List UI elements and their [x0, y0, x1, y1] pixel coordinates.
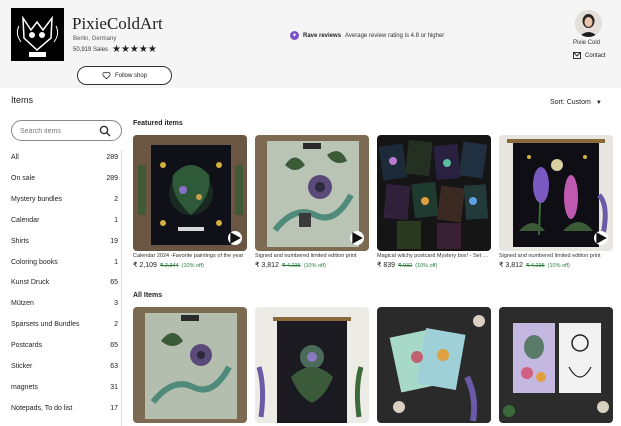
category-count: 63: [110, 363, 118, 370]
sale-price: ₹ 2,109: [133, 262, 157, 269]
category-label: Shirts: [11, 237, 29, 245]
sidebar-category[interactable]: Kunst Druck 65: [11, 275, 122, 291]
play-video-icon[interactable]: [228, 231, 242, 245]
category-label: magnets: [11, 383, 38, 391]
owner-name: Pixie Cold: [573, 40, 601, 46]
category-count: 1: [114, 258, 118, 266]
original-price: ₹ 2,344: [159, 263, 179, 269]
contact-label: Contact: [585, 52, 606, 59]
category-count: 289: [106, 154, 118, 161]
follow-shop-label: Follow shop: [114, 72, 147, 79]
owner-avatar[interactable]: [575, 10, 602, 37]
sidebar-category[interactable]: Notepads, To do list 17: [11, 401, 122, 417]
category-label: Notepads, To do list: [11, 404, 73, 412]
category-label: Mützen: [11, 300, 34, 308]
listing-price: ₹ 3,812 ₹ 4,235 (10% off): [499, 261, 570, 269]
all-items-heading: All Items: [133, 292, 163, 299]
shop-header: PixieColdArt Berlin, Germany 50,919 Sale…: [0, 0, 621, 88]
category-count: 1: [114, 216, 118, 224]
caret-down-icon: ▼: [595, 99, 602, 106]
category-count: 19: [110, 237, 118, 245]
featured-items-heading: Featured items: [133, 120, 183, 127]
sort-label: Sort: Custom: [550, 99, 591, 106]
listing-image[interactable]: [255, 307, 369, 423]
sale-price: ₹ 3,812: [499, 262, 523, 269]
shop-sales: 50,919 Sales: [73, 47, 109, 53]
sort-dropdown[interactable]: Sort: Custom ▼: [550, 99, 602, 106]
category-label: Sticker: [11, 363, 33, 370]
listing-image[interactable]: [133, 307, 247, 423]
sidebar-category[interactable]: Mützen 3: [11, 296, 122, 312]
sidebar-category[interactable]: magnets 31: [11, 380, 122, 396]
category-label: On sale: [11, 174, 36, 182]
listing-title[interactable]: Signed and numbered limited edition prin…: [255, 253, 369, 259]
sidebar-category[interactable]: Mystery bundles 2: [11, 192, 122, 208]
original-price: ₹ 4,235: [281, 263, 301, 269]
category-label: Postcards: [11, 342, 43, 350]
shop-logo[interactable]: [11, 8, 64, 61]
sidebar-category[interactable]: Sparsets und Bundles 2: [11, 317, 122, 333]
category-label: All: [11, 154, 19, 161]
listing-image[interactable]: [133, 135, 247, 251]
contact-button[interactable]: Contact: [573, 52, 606, 59]
mail-icon: [573, 52, 581, 59]
listing-price: ₹ 3,812 ₹ 4,235 (10% off): [255, 261, 326, 269]
category-label: Mystery bundles: [11, 195, 62, 203]
listing-price: ₹ 2,109 ₹ 2,344 (10% off): [133, 261, 204, 269]
shop-location: Berlin, Germany: [73, 36, 117, 42]
category-label: Sparsets und Bundles: [11, 321, 80, 329]
category-label: Coloring books: [11, 258, 58, 266]
sidebar-category[interactable]: Calendar 1: [11, 213, 122, 229]
category-count: 289: [106, 174, 118, 182]
category-label: Kunst Druck: [11, 279, 50, 287]
category-label: Calendar: [11, 216, 40, 224]
category-count: 65: [110, 279, 118, 287]
listing-image[interactable]: [255, 135, 369, 251]
listing-image[interactable]: [499, 135, 613, 251]
listing-title[interactable]: Signed and numbered limited edition prin…: [499, 253, 613, 259]
play-video-icon[interactable]: [594, 231, 608, 245]
search-icon[interactable]: [99, 125, 111, 137]
listing-image[interactable]: [499, 307, 613, 423]
search-input[interactable]: [20, 125, 98, 137]
sidebar-category[interactable]: On sale 289: [11, 171, 122, 187]
discount-percent: (10% off): [415, 263, 438, 269]
sale-price: ₹ 839: [377, 262, 396, 269]
sale-price: ₹ 3,812: [255, 262, 279, 269]
category-count: 65: [110, 342, 118, 350]
listing-image[interactable]: [377, 135, 491, 251]
category-count: 2: [114, 321, 118, 329]
heart-icon: [102, 71, 111, 80]
sidebar-category[interactable]: Sticker 63: [11, 359, 122, 375]
sidebar-category[interactable]: Shirts 19: [11, 234, 122, 250]
original-price: ₹ 4,235: [525, 263, 545, 269]
items-heading: Items: [11, 95, 34, 105]
sidebar-divider: [121, 150, 122, 426]
rave-reviews-badge: ✦ Rave reviews Average review rating is …: [290, 31, 444, 40]
play-video-icon[interactable]: [350, 231, 364, 245]
listing-title[interactable]: Calendar 2024 -Favorite paintings of the…: [133, 253, 247, 259]
rave-reviews-text: Average review rating is 4.8 or higher: [345, 32, 445, 39]
original-price: ₹ 932: [398, 263, 413, 269]
category-count: 31: [110, 383, 118, 391]
sidebar-category[interactable]: Postcards 65: [11, 338, 122, 354]
discount-percent: (10% off): [303, 263, 326, 269]
sidebar-category[interactable]: Coloring books 1: [11, 255, 122, 271]
rave-reviews-icon: ✦: [290, 31, 299, 40]
discount-percent: (10% off): [547, 263, 570, 269]
follow-shop-button[interactable]: Follow shop: [77, 66, 172, 85]
rave-reviews-title: Rave reviews: [303, 32, 342, 39]
listing-title[interactable]: Magical witchy postcard Mystery box! - S…: [377, 253, 491, 259]
category-count: 3: [114, 300, 118, 308]
rating-stars: ★★★★★: [112, 44, 157, 55]
category-count: 17: [110, 404, 118, 412]
shop-name: PixieColdArt: [72, 14, 163, 33]
listing-image[interactable]: [377, 307, 491, 423]
search-box: [11, 120, 122, 141]
category-count: 2: [114, 195, 118, 203]
sidebar-category[interactable]: All 289: [11, 150, 122, 166]
listing-price: ₹ 839 ₹ 932 (10% off): [377, 261, 437, 269]
discount-percent: (10% off): [181, 263, 204, 269]
